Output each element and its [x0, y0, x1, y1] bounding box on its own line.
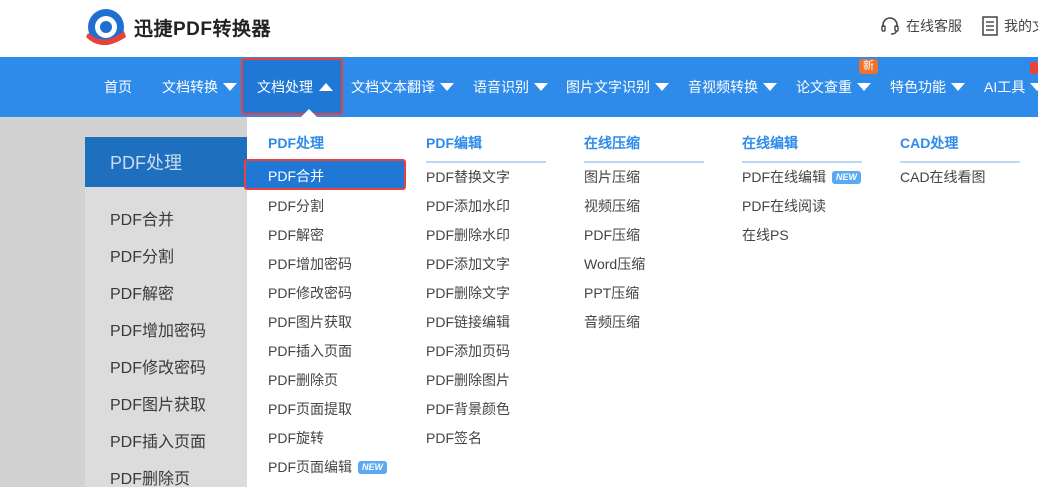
- menu-item[interactable]: 视频压缩: [584, 196, 640, 216]
- menu-item[interactable]: CAD在线看图: [900, 167, 986, 187]
- menu-item[interactable]: PDF删除水印: [426, 225, 510, 245]
- nav-label: 图片文字识别: [566, 79, 650, 95]
- chevron-down-icon: [655, 83, 669, 91]
- nav-item-doc-convert[interactable]: 文档转换: [162, 57, 237, 117]
- menu-item[interactable]: PDF插入页面: [268, 341, 352, 361]
- my-files-link[interactable]: 我的文: [982, 16, 1038, 36]
- nav-label: 文档转换: [162, 79, 218, 95]
- menu-item[interactable]: PDF修改密码: [268, 283, 352, 303]
- dropdown-pointer: [301, 109, 317, 117]
- nav-item-speech[interactable]: 语音识别: [473, 57, 548, 117]
- my-files-label: 我的文: [1004, 18, 1038, 34]
- headset-icon: [881, 17, 899, 35]
- logo-text[interactable]: 迅捷PDF转换器: [134, 14, 271, 41]
- menu-item[interactable]: PDF背景颜色: [426, 399, 510, 419]
- menu-item[interactable]: PDF添加文字: [426, 254, 510, 274]
- online-service-label: 在线客服: [906, 18, 962, 34]
- nav-label: AI工具: [984, 79, 1026, 95]
- menu-item[interactable]: PDF页面提取: [268, 399, 352, 419]
- menu-item[interactable]: PDF解密: [268, 225, 324, 245]
- chevron-down-icon: [951, 83, 965, 91]
- chevron-down-icon: [440, 83, 454, 91]
- menu-item[interactable]: Word压缩: [584, 254, 645, 274]
- menu-item-label: PDF在线编辑: [742, 169, 826, 185]
- new-tag: NEW: [832, 170, 861, 184]
- sidebar-item[interactable]: PDF修改密码: [110, 354, 206, 378]
- new-badge: 新: [859, 59, 878, 74]
- chevron-down-icon: [223, 83, 237, 91]
- menu-item[interactable]: PDF删除文字: [426, 283, 510, 303]
- ai-accent-mark: [1030, 62, 1038, 74]
- menu-item[interactable]: PDF压缩: [584, 225, 640, 245]
- sidebar-heading: PDF处理: [85, 137, 247, 187]
- menu-item[interactable]: PDF链接编辑: [426, 312, 510, 332]
- nav-item-home[interactable]: 首页: [104, 57, 132, 117]
- nav-label: 文档文本翻译: [351, 79, 435, 95]
- menu-item[interactable]: PDF分割: [268, 196, 324, 216]
- menu-item[interactable]: 在线PS: [742, 225, 789, 245]
- document-icon: [982, 16, 998, 36]
- sidebar-item[interactable]: PDF增加密码: [110, 317, 206, 341]
- chevron-down-icon: [857, 83, 871, 91]
- header: 迅捷PDF转换器 在线客服 我的文: [0, 0, 1038, 57]
- menu-item[interactable]: PDF删除页: [268, 370, 338, 390]
- column-heading-online-edit: 在线编辑: [742, 133, 862, 163]
- chevron-down-icon: [763, 83, 777, 91]
- sidebar-item[interactable]: PDF合并: [110, 206, 174, 230]
- nav-item-translate[interactable]: 文档文本翻译: [351, 57, 454, 117]
- menu-item-with-badge[interactable]: PDF页面编辑 NEW: [268, 457, 387, 477]
- column-heading-compress: 在线压缩: [584, 133, 704, 163]
- nav-label: 特色功能: [890, 79, 946, 95]
- menu-item-pdf-merge[interactable]: PDF合并: [268, 166, 324, 186]
- menu-item[interactable]: PDF在线阅读: [742, 196, 826, 216]
- nav-label: 首页: [104, 79, 132, 95]
- menu-item[interactable]: PDF图片获取: [268, 312, 352, 332]
- sidebar-item[interactable]: PDF分割: [110, 243, 174, 267]
- nav-item-doc-process[interactable]: 文档处理: [257, 57, 333, 117]
- nav-label: 音视频转换: [688, 79, 758, 95]
- menu-item[interactable]: 音频压缩: [584, 312, 640, 332]
- online-service-link[interactable]: 在线客服: [880, 16, 962, 36]
- sidebar-item[interactable]: PDF图片获取: [110, 391, 206, 415]
- new-tag: NEW: [358, 460, 387, 474]
- nav-label: 论文查重: [796, 79, 852, 95]
- logo-icon[interactable]: [84, 7, 128, 47]
- menu-item[interactable]: PDF替换文字: [426, 167, 510, 187]
- column-heading-pdf-edit: PDF编辑: [426, 133, 546, 163]
- menu-item[interactable]: 图片压缩: [584, 167, 640, 187]
- sidebar-item[interactable]: PDF解密: [110, 280, 174, 304]
- column-heading-cad: CAD处理: [900, 133, 1020, 163]
- menu-item[interactable]: PDF添加水印: [426, 196, 510, 216]
- menu-item[interactable]: PPT压缩: [584, 283, 639, 303]
- nav-label: 语音识别: [473, 79, 529, 95]
- nav-label: 文档处理: [257, 79, 313, 95]
- menu-item[interactable]: PDF旋转: [268, 428, 324, 448]
- chevron-down-icon: [1030, 83, 1038, 91]
- nav-item-features[interactable]: 特色功能: [890, 57, 965, 117]
- menu-item-label: PDF页面编辑: [268, 459, 352, 475]
- nav-item-av-convert[interactable]: 音视频转换: [688, 57, 777, 117]
- menu-item[interactable]: PDF增加密码: [268, 254, 352, 274]
- chevron-up-icon: [319, 83, 333, 91]
- menu-item[interactable]: PDF签名: [426, 428, 482, 448]
- menu-item[interactable]: PDF删除图片: [426, 370, 510, 390]
- menu-item-with-badge[interactable]: PDF在线编辑 NEW: [742, 167, 861, 187]
- menu-item[interactable]: PDF添加页码: [426, 341, 510, 361]
- chevron-down-icon: [534, 83, 548, 91]
- sidebar-item[interactable]: PDF删除页: [110, 465, 190, 489]
- nav-item-ocr[interactable]: 图片文字识别: [566, 57, 669, 117]
- sidebar-item[interactable]: PDF插入页面: [110, 428, 206, 452]
